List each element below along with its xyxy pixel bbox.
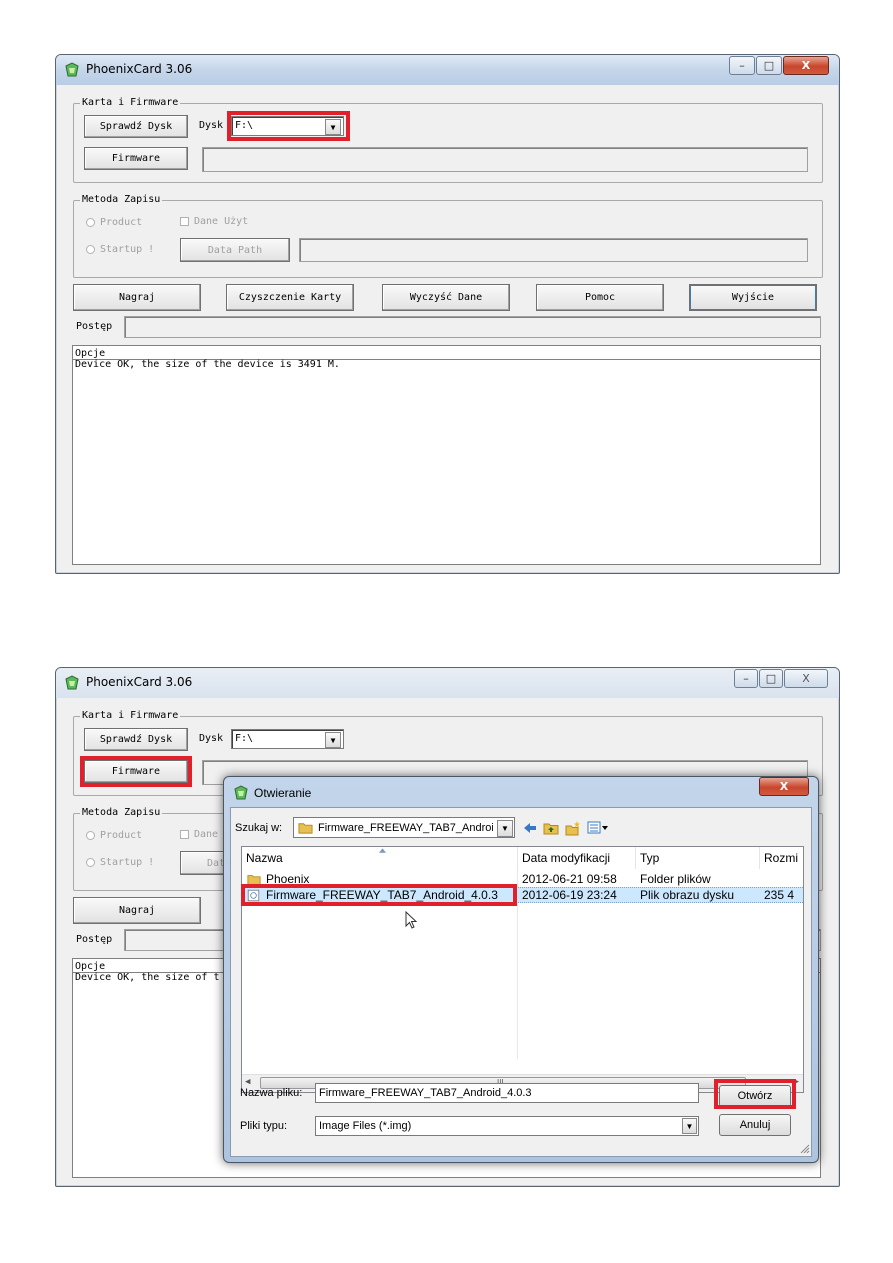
log-header-label: Opcje <box>75 961 106 972</box>
group-label: Metoda Zapisu <box>80 194 163 205</box>
log-line: Device OK, the size of t <box>75 972 220 983</box>
user-data-checkbox[interactable] <box>180 217 189 226</box>
startup-label: Startup ! <box>100 857 155 868</box>
disk-label: Dysk <box>199 120 224 131</box>
filetype-label: Pliki typu: <box>240 1120 288 1132</box>
log-header <box>73 346 820 360</box>
filetype-value: Image Files (*.img) <box>319 1120 412 1132</box>
look-in-select[interactable]: Firmware_FREEWAY_TAB7_Androic ▼ <box>293 817 515 838</box>
user-data-label: Dane Użyt <box>194 216 249 227</box>
sort-indicator-icon <box>379 848 386 853</box>
product-radio[interactable] <box>86 218 95 227</box>
window-title: PhoenixCard 3.06 <box>86 62 193 76</box>
disk-value: F:\ <box>235 733 254 744</box>
check-disk-button[interactable]: Sprawdź Dysk <box>84 115 188 138</box>
group-label: Karta i Firmware <box>80 97 181 108</box>
file-type: Plik obrazu dysku <box>640 888 735 902</box>
progress-bar <box>124 316 821 338</box>
filetype-select[interactable]: Image Files (*.img) ▼ <box>315 1116 699 1136</box>
check-disk-button[interactable]: Sprawdź Dysk <box>84 728 188 751</box>
startup-label: Startup ! <box>100 244 155 255</box>
close-icon: X <box>801 59 811 72</box>
minimize-icon: – <box>743 672 749 685</box>
log-line: Device OK, the size of the device is 349… <box>75 359 340 370</box>
minimize-button[interactable]: – <box>729 56 755 75</box>
highlight-open-button <box>714 1079 796 1109</box>
progress-label: Postęp <box>76 321 113 332</box>
file-date: 2012-06-19 23:24 <box>522 888 617 902</box>
close-button[interactable]: X <box>784 669 828 688</box>
phoenixcard-app-icon <box>234 785 248 800</box>
highlight-selected-file <box>241 884 517 906</box>
data-path-button[interactable]: Data Path <box>180 238 290 262</box>
group-label: Karta i Firmware <box>80 710 181 721</box>
chevron-down-icon[interactable]: ▼ <box>682 1118 697 1134</box>
burn-button[interactable]: Nagraj <box>73 897 201 924</box>
title-bar[interactable]: PhoenixCard 3.06 – □ X <box>56 55 839 85</box>
column-header-size[interactable]: Rozmi <box>760 847 803 869</box>
progress-label: Postęp <box>76 934 113 945</box>
firmware-path-field <box>202 147 808 172</box>
chevron-down-icon[interactable]: ▼ <box>325 732 341 748</box>
maximize-button[interactable]: □ <box>756 56 782 75</box>
file-type: Folder plików <box>640 872 711 886</box>
help-button[interactable]: Pomoc <box>536 284 664 311</box>
dialog-close-button[interactable]: X <box>759 777 809 796</box>
user-data-label: Dane <box>194 829 219 840</box>
mouse-cursor-icon <box>405 911 417 929</box>
minimize-button[interactable]: – <box>734 669 758 688</box>
highlight-disk-select <box>227 111 350 141</box>
product-label: Product <box>100 830 143 841</box>
firmware-button[interactable]: Firmware <box>84 147 188 170</box>
back-icon[interactable] <box>522 820 538 836</box>
dialog-title: Otwieranie <box>254 786 312 800</box>
window-title: PhoenixCard 3.06 <box>86 675 193 689</box>
data-path-field <box>299 238 808 262</box>
chevron-down-icon[interactable]: ▼ <box>497 820 513 837</box>
filename-input[interactable]: Firmware_FREEWAY_TAB7_Android_4.0.3 <box>315 1083 699 1103</box>
maximize-icon: □ <box>763 59 775 72</box>
phoenixcard-window-1: PhoenixCard 3.06 – □ X Karta i Firmware … <box>55 54 840 574</box>
filename-label: Nazwa pliku: <box>240 1087 303 1099</box>
disk-label: Dysk <box>199 733 224 744</box>
log-panel: Opcje Device OK, the size of the device … <box>72 345 821 565</box>
look-in-value: Firmware_FREEWAY_TAB7_Androic <box>318 822 493 834</box>
maximize-icon: □ <box>765 672 777 685</box>
startup-radio[interactable] <box>86 858 95 867</box>
group-label: Metoda Zapisu <box>80 807 163 818</box>
cancel-button[interactable]: Anuluj <box>719 1114 791 1136</box>
title-bar[interactable]: PhoenixCard 3.06 – □ X <box>56 668 839 698</box>
file-size: 235 4 <box>764 888 795 902</box>
minimize-icon: – <box>739 59 745 72</box>
clear-data-button[interactable]: Wyczyść Dane <box>382 284 510 311</box>
product-radio[interactable] <box>86 831 95 840</box>
log-header-label: Opcje <box>75 348 106 359</box>
filename-value: Firmware_FREEWAY_TAB7_Android_4.0.3 <box>319 1087 532 1099</box>
column-header-type[interactable]: Typ <box>636 847 760 869</box>
disk-select[interactable]: F:\ ▼ <box>231 729 344 749</box>
clean-card-button[interactable]: Czyszczenie Karty <box>226 284 354 311</box>
close-button[interactable]: X <box>783 56 829 75</box>
phoenixcard-app-icon <box>65 62 79 77</box>
view-menu-icon[interactable] <box>587 820 609 836</box>
highlight-firmware-button <box>80 756 192 787</box>
scroll-left-icon[interactable]: ◀ <box>245 1077 250 1087</box>
maximize-button[interactable]: □ <box>759 669 783 688</box>
burn-button[interactable]: Nagraj <box>73 284 201 311</box>
new-folder-icon[interactable] <box>565 820 581 836</box>
phoenixcard-app-icon <box>65 675 79 690</box>
look-in-label: Szukaj w: <box>235 822 283 834</box>
close-icon: X <box>779 780 789 793</box>
up-folder-icon[interactable] <box>543 820 559 836</box>
resize-grip-icon[interactable] <box>800 1144 810 1154</box>
startup-radio[interactable] <box>86 245 95 254</box>
product-label: Product <box>100 217 143 228</box>
user-data-checkbox[interactable] <box>180 830 189 839</box>
folder-icon <box>298 823 313 834</box>
exit-button[interactable]: Wyjście <box>689 284 817 311</box>
file-date: 2012-06-21 09:58 <box>522 872 617 886</box>
column-header-date[interactable]: Data modyfikacji <box>518 847 636 869</box>
close-icon: X <box>802 672 810 685</box>
